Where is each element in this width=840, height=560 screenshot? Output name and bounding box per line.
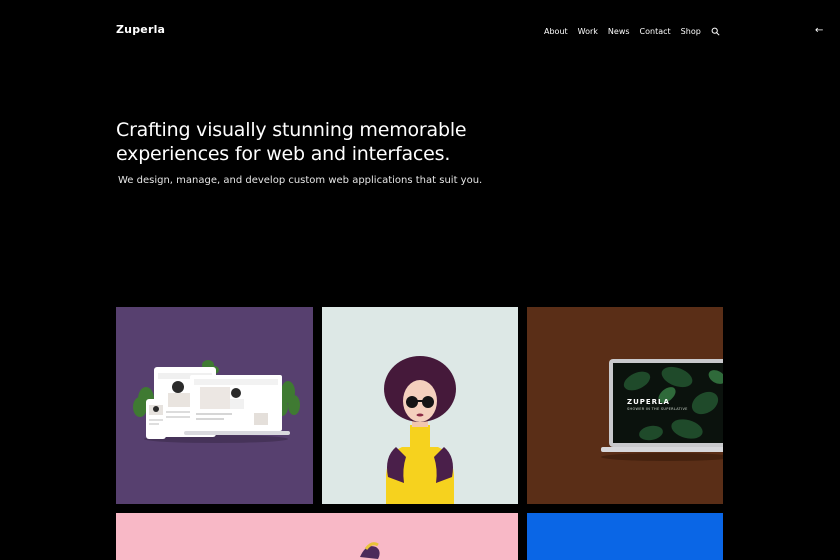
- portfolio-tile-blue[interactable]: [527, 513, 723, 560]
- portrait-image: [384, 356, 456, 504]
- nav-item-work[interactable]: Work: [578, 27, 598, 36]
- laptop-mockup-image: [601, 359, 723, 461]
- nav-item-shop[interactable]: Shop: [681, 27, 701, 36]
- laptop-screen-tagline: SHOWER IN THE SUPERLATIVE: [627, 407, 688, 411]
- nav-item-news[interactable]: News: [608, 27, 630, 36]
- hero-title: Crafting visually stunning memorable exp…: [116, 119, 467, 165]
- portfolio-tile-portrait[interactable]: [322, 307, 518, 504]
- nav-item-about[interactable]: About: [544, 27, 568, 36]
- hero-subtitle: We design, manage, and develop custom we…: [118, 175, 483, 186]
- devices-mockup-image: [133, 360, 300, 443]
- main-nav: About Work News Contact Shop: [544, 26, 720, 36]
- pink-tile-image: [360, 542, 380, 559]
- nav-item-contact[interactable]: Contact: [640, 27, 671, 36]
- search-icon[interactable]: [711, 27, 720, 36]
- portfolio-tile-devices[interactable]: [116, 307, 313, 504]
- portfolio-tile-laptop[interactable]: ZUPERLA SHOWER IN THE SUPERLATIVE: [527, 307, 723, 504]
- page: Zuperla About Work News Contact Shop ← C…: [0, 0, 840, 560]
- site-logo[interactable]: Zuperla: [116, 23, 165, 36]
- laptop-screen-brand: ZUPERLA: [627, 398, 670, 406]
- back-arrow-icon[interactable]: ←: [815, 25, 823, 36]
- portfolio-tile-pink[interactable]: [116, 513, 518, 560]
